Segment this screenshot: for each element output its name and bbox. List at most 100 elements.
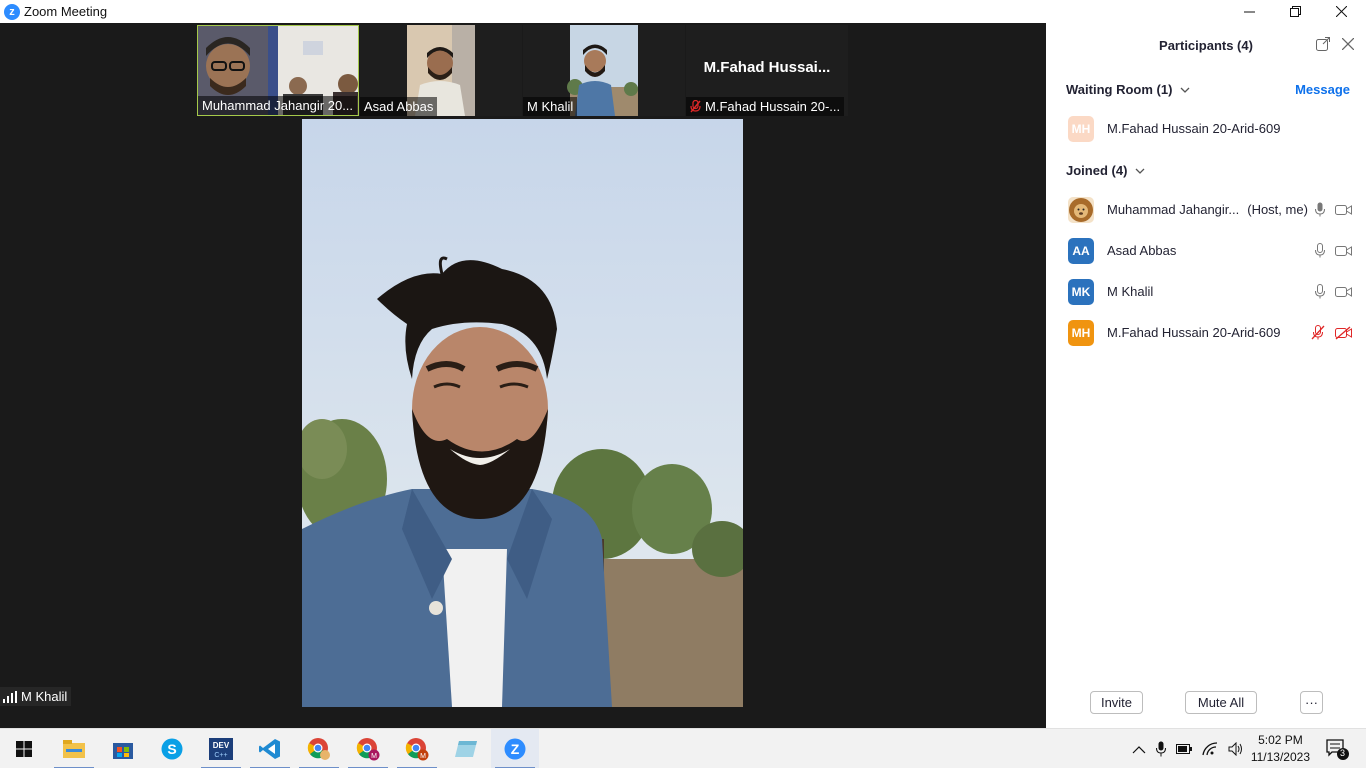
microphone-icon[interactable] xyxy=(1315,202,1325,217)
participant-controls xyxy=(1315,243,1352,258)
video-off-icon[interactable] xyxy=(1335,326,1352,340)
video-camera-icon[interactable] xyxy=(1335,204,1352,216)
wifi-icon[interactable] xyxy=(1202,742,1218,756)
chrome-icon: M xyxy=(405,738,429,761)
notes-app-icon xyxy=(455,741,477,757)
system-tray xyxy=(1132,729,1244,768)
more-options-button[interactable]: ··· xyxy=(1300,691,1323,714)
active-speaker-video xyxy=(302,119,743,707)
taskbar-zoom[interactable]: Z xyxy=(491,729,539,768)
avatar: MH xyxy=(1068,115,1094,142)
taskbar-chrome-profile-m[interactable]: M xyxy=(344,729,392,768)
battery-icon[interactable] xyxy=(1176,744,1192,754)
dev-cpp-icon: DEV C++ xyxy=(209,738,233,760)
store-icon xyxy=(113,743,133,759)
minimize-icon xyxy=(1243,11,1255,13)
speaker-name-tag: M Khalil xyxy=(0,687,72,706)
volume-icon[interactable] xyxy=(1228,742,1244,756)
zoom-icon: Z xyxy=(504,738,526,760)
popout-button[interactable] xyxy=(1316,37,1330,56)
close-icon xyxy=(1335,6,1347,17)
joined-header[interactable]: Joined (4) xyxy=(1066,163,1145,178)
participant-row-m-khalil[interactable]: MK M Khalil xyxy=(1046,271,1366,312)
windows-start-icon xyxy=(16,741,32,757)
clock-date: 11/13/2023 xyxy=(1250,750,1310,764)
restore-icon xyxy=(1289,6,1301,17)
participant-role: (Host, me) xyxy=(1247,202,1308,217)
invite-button[interactable]: Invite xyxy=(1090,691,1143,714)
taskbar-notes-app[interactable] xyxy=(442,729,490,768)
clock-time: 5:02 PM xyxy=(1258,733,1303,747)
lion-avatar-icon xyxy=(1068,196,1094,223)
participant-row-host[interactable]: Muhammad Jahangir... (Host, me) xyxy=(1046,189,1366,230)
message-waiting-room-link[interactable]: Message xyxy=(1295,82,1350,97)
waiting-participant-row[interactable]: MH M.Fahad Hussain 20-Arid-609 xyxy=(1046,108,1366,149)
zoom-logo-icon: z xyxy=(4,3,20,20)
chevron-up-icon[interactable] xyxy=(1132,745,1146,754)
chevron-down-icon xyxy=(1135,168,1145,174)
taskbar-chrome[interactable] xyxy=(295,729,343,768)
gallery-tile-asad-abbas[interactable]: Asad Abbas xyxy=(360,25,522,116)
participant-name: M Khalil xyxy=(1107,284,1154,299)
svg-text:S: S xyxy=(167,741,176,757)
mic-muted-icon[interactable] xyxy=(1311,325,1325,340)
taskbar-dev-cpp[interactable]: DEV C++ xyxy=(197,729,245,768)
start-button[interactable] xyxy=(0,729,48,768)
svg-text:Z: Z xyxy=(511,741,520,757)
minimize-button[interactable] xyxy=(1226,0,1272,23)
close-button[interactable] xyxy=(1318,0,1364,23)
folder-icon xyxy=(63,740,85,758)
gallery-tile-muhammad-jahangir[interactable]: Muhammad Jahangir 20... xyxy=(197,25,359,116)
mic-muted-icon xyxy=(690,100,701,113)
title-bar: z Zoom Meeting xyxy=(0,0,1366,23)
tile-name-label: M Khalil xyxy=(523,97,578,116)
participant-controls xyxy=(1311,325,1352,340)
video-area: Muhammad Jahangir 20... Asad Abbas M Kha… xyxy=(0,23,1046,728)
video-camera-icon[interactable] xyxy=(1335,286,1352,298)
tile-name-label: M.Fahad Hussain 20-... xyxy=(686,97,845,116)
window-title: Zoom Meeting xyxy=(24,4,108,19)
svg-text:DEV: DEV xyxy=(213,741,230,750)
avatar: MK xyxy=(1068,278,1094,305)
taskbar-vs-code[interactable] xyxy=(246,729,294,768)
notification-count: 3 xyxy=(1340,748,1346,758)
svg-text:M: M xyxy=(420,753,426,760)
svg-text:C++: C++ xyxy=(214,752,227,759)
participant-name: M.Fahad Hussain 20-Arid-609 xyxy=(1107,325,1281,340)
taskbar-clock[interactable]: 5:02 PM 11/13/2023 xyxy=(1251,732,1310,766)
participants-panel: Participants (4) Waiting Room (1) Messag… xyxy=(1046,23,1366,728)
tile-name-label: Muhammad Jahangir 20... xyxy=(198,96,358,115)
waiting-room-header[interactable]: Waiting Room (1) xyxy=(1066,82,1190,97)
skype-icon: S xyxy=(161,738,183,760)
mute-all-button[interactable]: Mute All xyxy=(1185,691,1257,714)
participant-controls xyxy=(1315,284,1352,299)
taskbar-chrome-profile-m2[interactable]: M xyxy=(393,729,441,768)
microphone-icon[interactable] xyxy=(1315,243,1325,258)
taskbar-file-explorer[interactable] xyxy=(50,729,98,768)
popout-icon xyxy=(1316,37,1330,51)
avatar: AA xyxy=(1068,237,1094,264)
taskbar-microsoft-store[interactable] xyxy=(99,729,147,768)
microphone-icon[interactable] xyxy=(1315,284,1325,299)
avatar: MH xyxy=(1068,319,1094,346)
chrome-icon: M xyxy=(356,738,380,761)
microphone-icon[interactable] xyxy=(1156,741,1166,757)
taskbar-skype[interactable]: S xyxy=(148,729,196,768)
tile-display-name: M.Fahad Hussai... xyxy=(703,59,831,76)
windows-taskbar: S DEV C++ M M Z 5:02 PM 11/13/2023 3 xyxy=(0,728,1366,768)
restore-button[interactable] xyxy=(1272,0,1318,23)
signal-strength-icon xyxy=(3,690,17,703)
close-icon xyxy=(1341,37,1355,51)
svg-text:M: M xyxy=(371,753,377,760)
participant-row-m-fahad-hussain[interactable]: MH M.Fahad Hussain 20-Arid-609 xyxy=(1046,312,1366,353)
chrome-icon xyxy=(307,738,330,760)
gallery-tile-m-fahad-hussain[interactable]: M.Fahad Hussai... M.Fahad Hussain 20-... xyxy=(686,25,848,116)
participant-name: M.Fahad Hussain 20-Arid-609 xyxy=(1107,121,1281,136)
close-panel-button[interactable] xyxy=(1341,37,1355,55)
gallery-tile-m-khalil[interactable]: M Khalil xyxy=(523,25,685,116)
participant-name: Asad Abbas xyxy=(1107,243,1177,258)
video-camera-icon[interactable] xyxy=(1335,245,1352,257)
zoom-window: z Zoom Meeting Muhammad Jahangir 20... A… xyxy=(0,0,1366,768)
participant-row-asad-abbas[interactable]: AA Asad Abbas xyxy=(1046,230,1366,271)
notification-center-button[interactable]: 3 xyxy=(1326,739,1350,766)
